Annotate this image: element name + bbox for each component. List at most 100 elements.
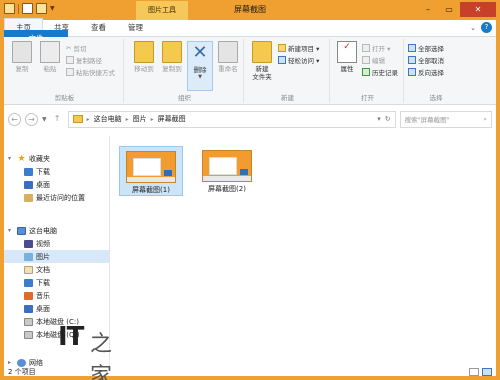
- forward-button[interactable]: →: [25, 112, 38, 126]
- file-item[interactable]: 屏幕截图(1): [119, 146, 183, 196]
- paste-shortcut-label: 粘贴快捷方式: [76, 69, 115, 77]
- organize-group: 移动到 复制到 ✕ 删除 ▼ 重命名 组织: [126, 39, 244, 103]
- item-count: 2 个项目: [8, 368, 36, 376]
- edit-button[interactable]: 编辑: [362, 55, 385, 65]
- paste-button[interactable]: 粘贴: [36, 41, 64, 73]
- file-thumbnail: [126, 151, 176, 183]
- open-label: 打开 ▾: [372, 45, 391, 53]
- ribbon: 复制 粘贴 ✂ 剪切 复制路径 粘贴快捷方式 剪贴板 移动到 复制到 ✕ 删除 …: [4, 37, 496, 105]
- copy-to-icon: [162, 41, 182, 63]
- properties-icon: ✓: [337, 41, 357, 63]
- chevron-down-icon[interactable]: ▼: [42, 116, 47, 123]
- copy-button[interactable]: 复制: [8, 41, 36, 73]
- watermark-it: IT: [58, 322, 84, 352]
- watermark-home: 之家: [90, 332, 113, 380]
- nav-downloads-pc[interactable]: 下载: [24, 276, 50, 289]
- minimize-button[interactable]: –: [418, 2, 438, 17]
- new-folder-label: 新建 文件夹: [252, 65, 272, 81]
- breadcrumb-this-pc[interactable]: 这台电脑: [94, 114, 122, 124]
- nav-videos[interactable]: 视频: [24, 237, 50, 250]
- new-folder-quick-icon[interactable]: [36, 3, 47, 14]
- star-icon: ★: [17, 153, 26, 164]
- select-none-button[interactable]: 全部取消: [408, 55, 444, 65]
- delete-button[interactable]: ✕ 删除 ▼: [187, 41, 213, 91]
- nav-documents[interactable]: 文档: [24, 263, 50, 276]
- maximize-button[interactable]: ▭: [439, 2, 459, 17]
- open-group-label: 打开: [361, 94, 374, 102]
- easy-access-icon: [278, 56, 286, 64]
- breadcrumb-pictures[interactable]: 图片: [133, 114, 147, 124]
- watermark-logo: IT 之家: [58, 322, 128, 380]
- edit-label: 编辑: [372, 57, 385, 65]
- move-to-button[interactable]: 移动到: [130, 41, 158, 73]
- select-none-icon: [408, 56, 416, 64]
- nav-pictures[interactable]: 图片: [4, 250, 109, 263]
- cut-button[interactable]: ✂ 剪切: [66, 43, 86, 53]
- chevron-down-icon[interactable]: ▾: [377, 115, 381, 123]
- tab-view[interactable]: 查看: [80, 19, 117, 36]
- new-item-button[interactable]: 新建项目 ▾: [278, 43, 319, 53]
- invert-selection-button[interactable]: 反向选择: [408, 67, 444, 77]
- delete-x-icon: ✕: [192, 42, 208, 63]
- file-item[interactable]: 屏幕截图(2): [195, 146, 259, 196]
- open-button[interactable]: 打开 ▾: [362, 43, 390, 53]
- paste-shortcut-icon: [66, 68, 74, 76]
- nav-network-label: 网络: [29, 358, 43, 367]
- paste-shortcut-button[interactable]: 粘贴快捷方式: [66, 67, 115, 77]
- close-button[interactable]: ✕: [460, 2, 496, 17]
- history-button[interactable]: 历史记录: [362, 67, 398, 77]
- clipboard-group: 复制 粘贴 ✂ 剪切 复制路径 粘贴快捷方式 剪贴板: [6, 39, 124, 103]
- nav-favorites-label: 收藏夹: [29, 154, 50, 163]
- new-folder-button[interactable]: 新建 文件夹: [249, 41, 275, 81]
- nav-desktop[interactable]: 桌面: [24, 178, 50, 191]
- nav-recent-label: 最近访问的位置: [36, 193, 85, 202]
- back-button[interactable]: ←: [8, 112, 21, 126]
- properties-label: 属性: [340, 65, 354, 73]
- history-icon: [362, 68, 370, 76]
- chevron-down-icon[interactable]: ▼: [50, 5, 55, 12]
- window-controls: – ▭ ✕: [418, 2, 496, 17]
- rename-button[interactable]: 重命名: [214, 41, 242, 73]
- file-name: 屏幕截图(2): [208, 185, 246, 193]
- hard-drive-icon: [24, 330, 33, 339]
- select-all-icon: [408, 44, 416, 52]
- pictures-icon: [24, 252, 33, 261]
- nav-recent[interactable]: 最近访问的位置: [24, 191, 85, 204]
- easy-access-button[interactable]: 轻松访问 ▾: [278, 55, 319, 65]
- scissors-icon: ✂: [66, 44, 72, 52]
- properties-quick-icon[interactable]: [22, 3, 33, 14]
- nav-videos-label: 视频: [36, 239, 50, 248]
- up-button[interactable]: ↑: [51, 113, 64, 126]
- copy-to-button[interactable]: 复制到: [158, 41, 186, 73]
- nav-music[interactable]: 音乐: [24, 289, 50, 302]
- refresh-icon[interactable]: ↻: [385, 115, 391, 123]
- nav-music-label: 音乐: [36, 291, 50, 300]
- chevron-down-icon[interactable]: ⌄: [470, 24, 476, 32]
- help-icon[interactable]: ?: [481, 22, 492, 33]
- details-view-button[interactable]: [469, 368, 479, 376]
- select-none-label: 全部取消: [418, 57, 444, 65]
- copy-label: 复制: [15, 65, 29, 73]
- move-to-icon: [134, 41, 154, 63]
- nav-desktop-pc[interactable]: 桌面: [24, 302, 50, 315]
- search-input[interactable]: 搜索"屏幕截图" ⌕: [399, 110, 492, 128]
- file-thumbnail: [202, 150, 252, 182]
- copy-path-label: 复制路径: [76, 57, 102, 65]
- new-item-icon: [278, 44, 286, 52]
- breadcrumb-screenshots[interactable]: 屏幕截图: [158, 114, 186, 124]
- quick-access-toolbar: ▼: [4, 3, 55, 14]
- select-all-button[interactable]: 全部选择: [408, 43, 444, 53]
- properties-button[interactable]: ✓ 属性: [335, 41, 359, 73]
- large-icons-view-button[interactable]: [482, 368, 492, 376]
- desktop-icon: [24, 180, 33, 189]
- nav-this-pc[interactable]: ▾ 这台电脑: [8, 224, 57, 237]
- nav-downloads[interactable]: 下载: [24, 165, 50, 178]
- download-icon: [24, 167, 33, 176]
- nav-favorites[interactable]: ▾ ★ 收藏夹: [8, 152, 50, 165]
- file-name: 屏幕截图(1): [132, 186, 170, 194]
- tab-manage[interactable]: 管理: [117, 19, 154, 36]
- explorer-window: ▼ 图片工具 屏幕截图 – ▭ ✕ 文件 主页 共享 查看 管理 ⌄ ?: [0, 0, 500, 380]
- copy-path-button[interactable]: 复制路径: [66, 55, 102, 65]
- hard-drive-icon: [24, 317, 33, 326]
- address-bar[interactable]: ▸ 这台电脑 ▸ 图片 ▸ 屏幕截图 ▾ ↻: [67, 110, 396, 128]
